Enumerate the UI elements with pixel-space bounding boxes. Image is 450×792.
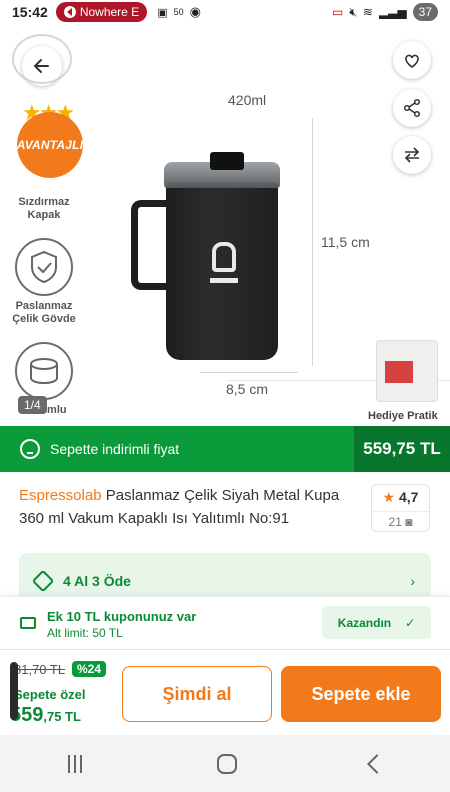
- share-icon: [403, 98, 421, 118]
- tag-icon: [31, 569, 55, 593]
- cast-icon: ▭: [331, 5, 344, 19]
- feature-label: Sızdırmaz Kapak: [18, 196, 70, 221]
- cart-discount-label: Sepette indirimli fiyat: [50, 441, 180, 457]
- chevron-right-icon: ›: [410, 573, 415, 589]
- shield-check-icon: [15, 238, 73, 296]
- feature-label: Paslanmaz Çelik Gövde: [12, 300, 76, 325]
- cart-discount-price: 559,75 TL: [354, 426, 450, 472]
- discount-download-icon: [20, 439, 40, 459]
- height-guide: [312, 118, 313, 366]
- rating-box[interactable]: ★ 4,7 21 ◙: [371, 484, 430, 532]
- wifi-icon: ≋: [362, 5, 373, 19]
- buy-now-button[interactable]: Şimdi al: [122, 666, 272, 722]
- media-play-icon: [63, 6, 76, 18]
- cart-discount-bar[interactable]: Sepette indirimli fiyat 559,75 TL: [0, 426, 450, 472]
- signal-icon: ▂▃▅: [378, 5, 407, 19]
- check-icon: ✓: [405, 615, 416, 630]
- mute-icon: 🔇︎: [349, 4, 357, 19]
- old-price: 81,70 TL: [14, 662, 66, 677]
- camera-icon: ◙: [405, 515, 413, 529]
- gift-thumbnail[interactable]: [376, 340, 438, 402]
- feature-stainless: Paslanmaz Çelik Gövde: [8, 238, 80, 326]
- bottom-action-bar: 81,70 TL %24 Sepete özel 559,75 TL Şimdi…: [0, 649, 450, 735]
- feature-leakproof: Sızdırmaz Kapak: [8, 134, 80, 222]
- coupon-title: Ek 10 TL kuponunuz var: [47, 609, 197, 624]
- gift-label: Hediye Pratik: [368, 410, 438, 422]
- media-pill-label: Nowhere E: [79, 5, 140, 19]
- home-icon[interactable]: [216, 753, 237, 774]
- compare-button[interactable]: [393, 136, 431, 174]
- battery-indicator: 37: [412, 3, 438, 21]
- brand-logo-mark: [212, 242, 236, 272]
- campaign-label: 4 Al 3 Öde: [63, 573, 131, 589]
- ticket-icon: [20, 617, 36, 629]
- height-label: 11,5 cm: [321, 234, 370, 250]
- coupon-bar: Ek 10 TL kuponunuz var Alt limit: 50 TL …: [0, 596, 450, 648]
- product-title: Espressolab Paslanmaz Çelik Siyah Metal …: [19, 484, 359, 530]
- recent-apps-icon[interactable]: [66, 754, 84, 773]
- coupon-limit: Alt limit: 50 TL: [47, 626, 123, 640]
- image-pager: 1/4: [18, 396, 47, 414]
- star-icon: ★: [382, 489, 396, 505]
- back-nav-icon[interactable]: [366, 753, 387, 774]
- vacuum-cup-icon: [15, 342, 73, 400]
- system-nav-bar: [0, 735, 450, 792]
- capacity-label: 420ml: [228, 92, 267, 108]
- badge-50: 50: [173, 7, 184, 17]
- sync-icon: ◉: [189, 4, 201, 19]
- coupon-claimed-label: Kazandın: [337, 615, 392, 630]
- heart-icon: [405, 54, 419, 68]
- brand-link[interactable]: Espressolab: [19, 487, 102, 504]
- review-count: 21: [388, 515, 402, 529]
- final-price: 559,75 TL: [10, 704, 81, 727]
- decorative-logo-icon: [12, 34, 72, 84]
- favorite-button[interactable]: [393, 41, 431, 79]
- coupon-claimed-button[interactable]: Kazandın ✓: [322, 606, 431, 639]
- discount-badge: %24: [72, 661, 107, 677]
- image-icon: ▣: [157, 6, 168, 19]
- rating-value: 4,7: [398, 489, 419, 505]
- share-button[interactable]: [393, 89, 431, 127]
- swap-arrows-icon: [404, 147, 420, 163]
- product-image-gallery[interactable]: 420ml 11,5 cm 8,5 cm ★★★ AVANTAJLI Sızdı…: [0, 24, 450, 426]
- status-bar: 15:42 Nowhere E ▣ 50 ◉ ▭ 🔇︎ ≋ ▂▃▅ 37: [0, 0, 450, 24]
- final-price-frac: ,75 TL: [43, 709, 81, 724]
- width-guide: [200, 372, 298, 373]
- special-price-label: Sepete özel: [14, 687, 86, 702]
- status-time: 15:42: [12, 4, 48, 20]
- add-to-cart-button[interactable]: Sepete ekle: [281, 666, 441, 722]
- drag-handle[interactable]: [10, 662, 18, 720]
- media-pill[interactable]: Nowhere E: [55, 2, 148, 22]
